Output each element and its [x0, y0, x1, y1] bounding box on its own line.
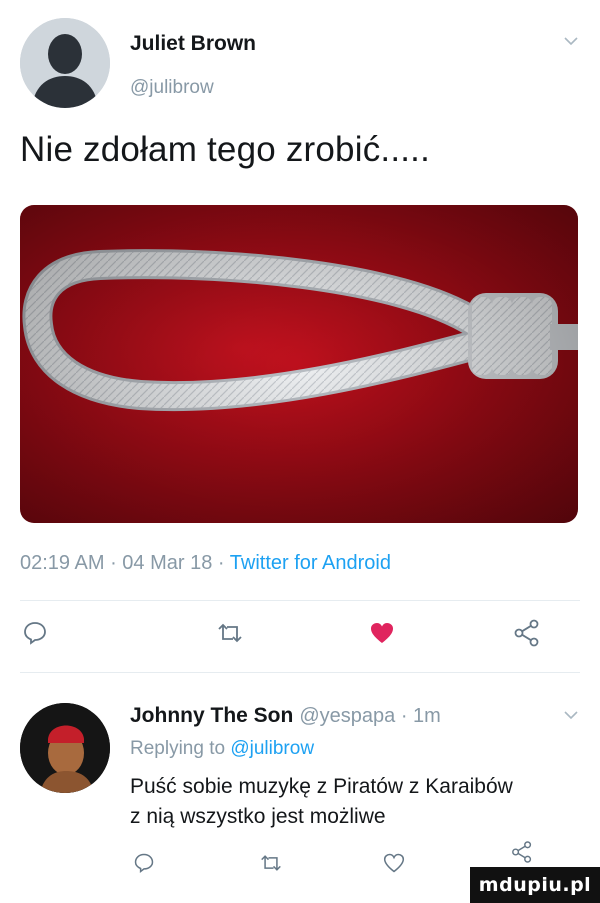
reply-author[interactable]: Johnny The Son @yespapa · 1m	[130, 704, 441, 728]
replying-to: Replying to @julibrow	[130, 738, 314, 760]
person-avatar-icon	[20, 703, 110, 793]
retweet-icon[interactable]	[258, 852, 284, 874]
tweet-meta: 02:19 AM · 04 Mar 18 · Twitter for Andro…	[20, 552, 391, 575]
reply-text-line: z nią wszystko jest możliwe	[130, 805, 386, 828]
chevron-down-icon[interactable]	[562, 32, 580, 50]
reply-author-name[interactable]: Johnny The Son	[130, 704, 293, 727]
tweet-source-link[interactable]: Twitter for Android	[230, 552, 391, 574]
tweet-media-image[interactable]	[20, 205, 578, 523]
default-avatar-icon	[20, 18, 110, 108]
tweet-time: 02:19 AM	[20, 552, 105, 574]
share-icon[interactable]	[510, 840, 534, 864]
author-name[interactable]: Juliet Brown	[130, 32, 256, 56]
reply-icon[interactable]	[22, 620, 48, 646]
replying-to-link[interactable]: @julibrow	[230, 738, 314, 759]
tweet-text: Nie zdołam tego zrobić.....	[20, 130, 431, 169]
rope-noose-image	[20, 205, 578, 523]
divider	[20, 672, 580, 673]
heart-outline-icon[interactable]	[383, 852, 405, 874]
reply-author-avatar[interactable]	[20, 703, 110, 793]
meta-separator: ·	[212, 552, 230, 574]
reply-icon[interactable]	[133, 852, 155, 874]
replying-prefix: Replying to	[130, 738, 231, 759]
watermark-logo: mdupiu.pl	[470, 867, 600, 903]
reply-text-line: Puść sobie muzykę z Piratów z Karaibów	[130, 775, 513, 798]
author-handle[interactable]: @julibrow	[130, 77, 214, 99]
reply-text: Puść sobie muzykę z Piratów z Karaibów z…	[130, 772, 580, 832]
chevron-down-icon[interactable]	[562, 706, 580, 724]
divider	[20, 600, 580, 601]
meta-separator: ·	[104, 552, 123, 574]
tweet-date: 04 Mar 18	[122, 552, 213, 574]
heart-icon[interactable]	[369, 620, 395, 646]
share-icon[interactable]	[512, 618, 542, 648]
author-avatar[interactable]	[20, 18, 110, 108]
reply-author-handle[interactable]: @yespapa · 1m	[299, 705, 440, 727]
retweet-icon[interactable]	[215, 620, 245, 646]
